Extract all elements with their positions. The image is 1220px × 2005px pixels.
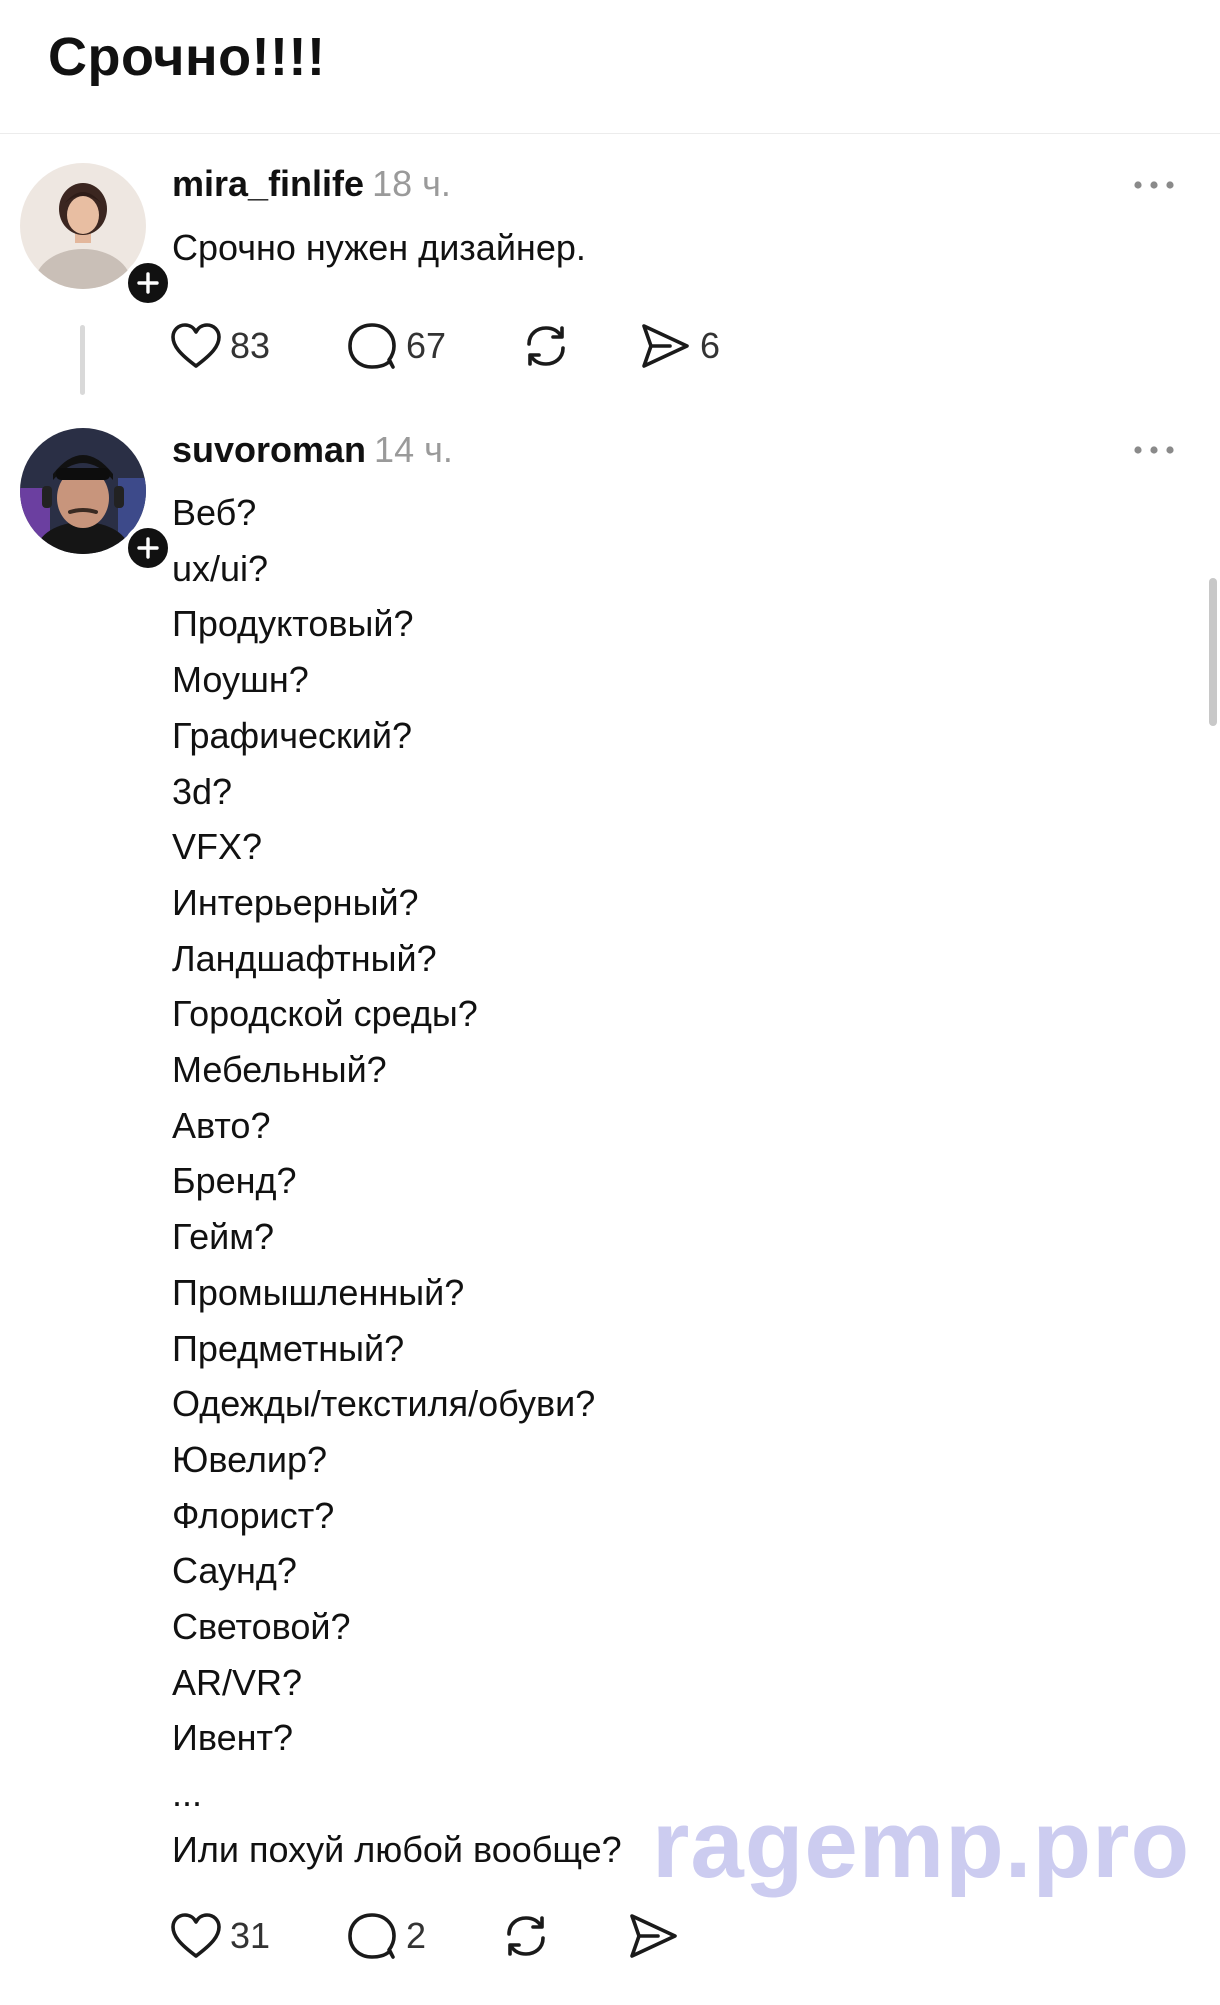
scrollbar[interactable] [1209,578,1217,726]
follow-plus-icon[interactable] [124,259,172,307]
follow-plus-icon[interactable] [124,524,172,572]
timestamp: 18 ч. [372,163,451,204]
post-text-line: Или похуй любой вообще? [172,1828,622,1870]
post-text-line: Флорист? [172,1494,335,1536]
watermark: ragemp.pro [652,1791,1191,1898]
comment-icon [348,1913,396,1959]
username[interactable]: suvoroman [172,429,366,470]
more-icon[interactable] [1132,443,1176,457]
post-text-line: Мебельный? [172,1049,387,1091]
thread-line [80,325,85,395]
comment-count: 67 [406,325,447,366]
comment-icon [348,323,396,369]
timestamp: 14 ч. [374,429,453,470]
comment-button[interactable]: 2 [346,1908,426,1964]
post-text-line: AR/VR? [172,1661,303,1703]
share-button[interactable] [628,1908,680,1964]
post-text-line: Авто? [172,1104,271,1146]
like-count: 31 [230,1915,271,1956]
post-text: Веб? ux/ui? Продуктовый? Моушн? Графический?… [172,485,622,1878]
post-text-line: ... [172,1773,203,1815]
repost-button[interactable] [500,1908,552,1964]
post-text-line: Промышленный? [172,1271,465,1313]
page-title: Срочно!!!! [48,27,326,87]
post-text-line: Ландшафтный? [172,937,437,979]
post-text-line: Графический? [172,714,413,756]
repost-icon [527,326,565,366]
share-icon [630,1914,677,1958]
repost-icon [507,1916,545,1956]
post-header: suvoroman 14 ч. [172,428,453,472]
post-text-line: ux/ui? [172,547,269,589]
heart-icon [171,323,221,368]
post-text: Срочно нужен дизайнер. [172,220,586,276]
more-icon[interactable] [1132,178,1176,192]
post-text-line: Продуктовый? [172,603,414,645]
post-text-line: Световой? [172,1606,351,1648]
avatar[interactable] [20,163,172,307]
post-text-line: Веб? [172,492,257,533]
post-text-line: VFX? [172,826,263,868]
post-text-line: Моушн? [172,659,309,701]
post-text-line: Ювелир? [172,1438,328,1480]
post-text-line: 3d? [172,770,233,812]
share-count: 6 [700,325,721,366]
post-text-line: Интерьерный? [172,881,419,923]
avatar[interactable] [20,428,172,572]
post-text-line: Гейм? [172,1216,274,1258]
post-text-line: Городской среды? [172,993,478,1035]
divider [0,133,1220,134]
like-button[interactable]: 31 [170,1908,270,1964]
username[interactable]: mira_finlife [172,163,364,204]
comment-count: 2 [406,1915,427,1956]
heart-icon [171,1913,221,1958]
post-text-line: Ивент? [172,1717,294,1759]
share-icon [642,324,689,368]
comment-button[interactable]: 67 [346,318,446,374]
post-text-line: Предметный? [172,1327,405,1369]
post-text-line: Бренд? [172,1160,297,1202]
like-count: 83 [230,325,271,366]
post-text-line: Одежды/текстиля/обуви? [172,1383,596,1425]
post-header: mira_finlife 18 ч. [172,162,451,206]
share-button[interactable]: 6 [640,318,720,374]
post-text-line: Саунд? [172,1550,297,1592]
like-button[interactable]: 83 [170,318,270,374]
post-text-line: Срочно нужен дизайнер. [172,227,586,268]
repost-button[interactable] [520,318,572,374]
